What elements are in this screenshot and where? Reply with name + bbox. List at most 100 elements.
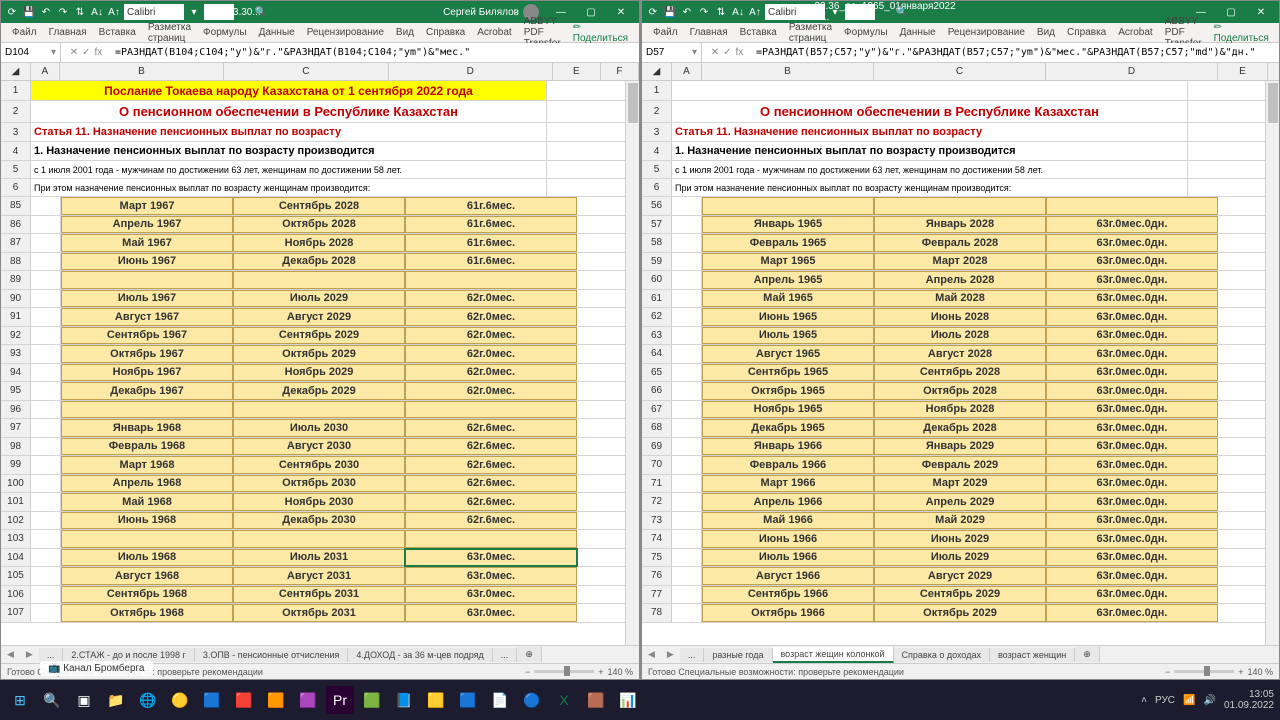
data-cell[interactable] (405, 401, 577, 419)
data-cell[interactable]: Октябрь 1968 (61, 604, 233, 622)
sheet-nav-next[interactable]: ▶ (661, 649, 680, 660)
data-cell[interactable]: 62г.6мес. (405, 493, 577, 511)
row-header[interactable]: 68 (642, 419, 672, 437)
data-cell[interactable]: Апрель 1968 (61, 475, 233, 493)
data-cell[interactable]: Сентябрь 1966 (702, 586, 874, 604)
data-cell[interactable]: 63г.0мес.0дн. (1046, 308, 1218, 326)
font-dec-icon[interactable]: A↓ (90, 5, 104, 19)
row-header[interactable]: 86 (1, 216, 31, 234)
row-header[interactable]: 85 (1, 197, 31, 215)
fx-icon[interactable]: fx (736, 47, 744, 58)
chrome-icon[interactable]: 🟡 (166, 686, 194, 714)
app-icon[interactable]: 🟪 (294, 686, 322, 714)
data-cell[interactable]: 63г.0мес.0дн. (1046, 271, 1218, 289)
start-button[interactable]: ⊞ (6, 686, 34, 714)
data-cell[interactable] (233, 530, 405, 548)
data-cell[interactable]: 62г.6мес. (405, 456, 577, 474)
data-cell[interactable]: 62г.0мес. (405, 364, 577, 382)
wifi-icon[interactable]: 📶 (1183, 695, 1195, 706)
header-cell[interactable]: О пенсионном обеспечении в Республике Ка… (31, 101, 547, 122)
ribbon-tab[interactable]: Справка (421, 25, 470, 40)
row-header[interactable]: 104 (1, 549, 31, 567)
row-header[interactable]: 64 (642, 345, 672, 363)
data-cell[interactable]: Август 2028 (874, 345, 1046, 363)
data-cell[interactable]: 62г.0мес. (405, 382, 577, 400)
data-cell[interactable]: Апрель 1965 (702, 271, 874, 289)
save-icon[interactable]: 💾 (663, 5, 677, 19)
zoom-out-icon[interactable]: − (525, 667, 530, 677)
data-cell[interactable]: 61г.6мес. (405, 234, 577, 252)
data-cell[interactable]: 62г.6мес. (405, 419, 577, 437)
app-icon[interactable]: 🟦 (454, 686, 482, 714)
sheet-nav-next[interactable]: ▶ (20, 649, 39, 660)
enter-icon[interactable]: ✓ (723, 47, 731, 58)
language-indicator[interactable]: РУС (1155, 695, 1175, 706)
data-cell[interactable]: Февраль 1965 (702, 234, 874, 252)
data-cell[interactable]: Декабрь 2029 (233, 382, 405, 400)
row-header[interactable]: 96 (1, 401, 31, 419)
search-icon[interactable]: 🔍 (895, 5, 909, 19)
data-cell[interactable]: Январь 2028 (874, 216, 1046, 234)
header-cell[interactable]: с 1 июля 2001 года - мужчинам по достиже… (31, 161, 547, 178)
data-cell[interactable]: Сентябрь 1965 (702, 364, 874, 382)
row-header[interactable]: 60 (642, 271, 672, 289)
data-cell[interactable]: Октябрь 1966 (702, 604, 874, 622)
zoom-control[interactable]: − + 140 % (525, 667, 633, 677)
app-icon[interactable]: 📊 (614, 686, 642, 714)
app-icon[interactable]: 🔵 (518, 686, 546, 714)
data-cell[interactable] (61, 401, 233, 419)
data-cell[interactable]: 63г.0мес.0дн. (1046, 456, 1218, 474)
data-cell[interactable] (405, 271, 577, 289)
data-cell[interactable]: 63г.0мес. (405, 549, 577, 567)
app-icon[interactable]: 📄 (486, 686, 514, 714)
data-cell[interactable]: 61г.6мес. (405, 253, 577, 271)
sheet-tab[interactable]: 3.ОПВ - пенсионные отчисления (195, 648, 349, 662)
zoom-in-icon[interactable]: + (598, 667, 603, 677)
data-cell[interactable]: Сентябрь 2028 (874, 364, 1046, 382)
row-header[interactable]: 76 (642, 567, 672, 585)
data-cell[interactable]: 62г.0мес. (405, 345, 577, 363)
data-cell[interactable]: Март 1967 (61, 197, 233, 215)
ribbon-tab[interactable]: Вид (391, 25, 419, 40)
ribbon-tab[interactable]: Рецензирование (943, 25, 1030, 40)
ribbon-tab[interactable]: Формулы (198, 25, 252, 40)
data-cell[interactable]: Июль 2028 (874, 327, 1046, 345)
sheet-tab[interactable]: Справка о доходах (894, 648, 990, 662)
data-cell[interactable]: 63г.0мес.0дн. (1046, 345, 1218, 363)
app-icon[interactable]: 📘 (390, 686, 418, 714)
app-icon[interactable]: 🟥 (230, 686, 258, 714)
select-all-corner[interactable]: ◢ (1, 63, 31, 80)
data-cell[interactable]: Октябрь 2030 (233, 475, 405, 493)
row-header[interactable]: 74 (642, 530, 672, 548)
share-button[interactable]: ✏ Поделиться (568, 20, 633, 46)
data-cell[interactable]: Июль 2029 (233, 290, 405, 308)
formula-input[interactable]: =РАЗНДАТ(B57;C57;"y")&"г."&РАЗНДАТ(B57;C… (752, 47, 1279, 58)
data-cell[interactable]: Март 1965 (702, 253, 874, 271)
row-header[interactable]: 58 (642, 234, 672, 252)
data-cell[interactable]: Июль 2031 (233, 549, 405, 567)
data-cell[interactable]: Апрель 2029 (874, 493, 1046, 511)
data-cell[interactable]: Ноябрь 1965 (702, 401, 874, 419)
font-inc-icon[interactable]: A↑ (107, 5, 121, 19)
data-cell[interactable]: 62г.6мес. (405, 512, 577, 530)
data-cell[interactable]: 63г.0мес. (405, 567, 577, 585)
data-cell[interactable]: Сентябрь 1967 (61, 327, 233, 345)
sheet-nav-prev[interactable]: ◀ (642, 649, 661, 660)
row-header[interactable]: 6 (642, 179, 672, 196)
row-header[interactable]: 90 (1, 290, 31, 308)
ribbon-tab[interactable]: Справка (1062, 25, 1111, 40)
row-header[interactable]: 103 (1, 530, 31, 548)
data-cell[interactable]: Декабрь 1965 (702, 419, 874, 437)
edge-icon[interactable]: 🌐 (134, 686, 162, 714)
data-cell[interactable]: Октябрь 2028 (233, 216, 405, 234)
row-header[interactable]: 73 (642, 512, 672, 530)
column-header[interactable]: A (672, 63, 702, 80)
row-header[interactable]: 4 (1, 142, 31, 160)
data-cell[interactable]: 63г.0мес.0дн. (1046, 216, 1218, 234)
data-cell[interactable]: Октябрь 2028 (874, 382, 1046, 400)
task-view-icon[interactable]: ▣ (70, 686, 98, 714)
data-cell[interactable]: Июнь 1965 (702, 308, 874, 326)
sheet-tab[interactable]: разные года (704, 648, 772, 662)
row-header[interactable]: 105 (1, 567, 31, 585)
row-header[interactable]: 5 (642, 161, 672, 178)
